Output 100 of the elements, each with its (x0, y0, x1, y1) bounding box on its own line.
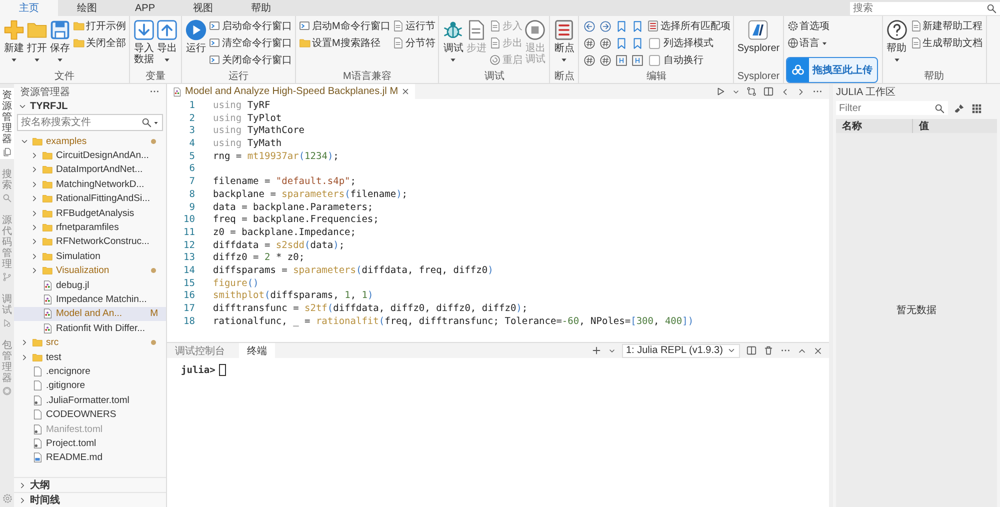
folder-icon (42, 193, 53, 204)
tree-item[interactable]: Model and An... M (14, 306, 166, 322)
ribbon-button[interactable]: 语言 (786, 35, 830, 51)
line-number: 2 (188, 112, 196, 126)
ribbon-button[interactable]: 新建帮助工程 (910, 18, 983, 34)
ribbon-button[interactable]: 调试 (442, 18, 464, 65)
toolbar-button[interactable] (582, 52, 598, 68)
tree-item[interactable]: README.md (14, 450, 166, 465)
ribbon-button[interactable]: 导出 (156, 18, 178, 65)
file-name: RationalFittingAndSi... (56, 193, 151, 204)
file-search-field[interactable]: 按名称搜索文件 (18, 115, 162, 130)
globe-icon (786, 37, 799, 49)
brush-icon[interactable] (954, 102, 965, 114)
ribbon-button[interactable]: 打开 (26, 18, 48, 65)
ribbon-button[interactable]: 启动M命令行窗口 (299, 18, 390, 34)
tree-item[interactable]: test (14, 350, 166, 364)
ribbon-button[interactable]: 生成帮助文档 (910, 35, 983, 51)
ribbon-button[interactable]: 打开示例 (73, 18, 126, 34)
filter-field[interactable]: Filter (836, 101, 948, 115)
line-number: 10 (182, 214, 196, 227)
ribbon-button[interactable]: Sysplorer (737, 18, 780, 55)
toolbar-button[interactable] (582, 35, 598, 51)
menu-tab[interactable]: 视图 (174, 0, 232, 16)
panel-tab[interactable]: 终端 (239, 343, 275, 358)
menu-tab[interactable]: 绘图 (58, 0, 116, 16)
tree-item[interactable]: MatchingNetworkD... (14, 177, 166, 192)
stop-icon (524, 19, 546, 41)
activity-tab[interactable]: 资源管理器 (0, 88, 14, 159)
tree-item[interactable]: CODEOWNERS (14, 407, 166, 422)
tree-item[interactable]: debug.jl (14, 278, 166, 292)
trash-icon[interactable] (763, 345, 774, 356)
toolbar-button[interactable] (598, 35, 614, 51)
ribbon-button[interactable]: 分节符 (392, 35, 436, 51)
ribbon-button[interactable]: 帮助 (886, 18, 908, 65)
ribbon-button[interactable]: 关闭命令行窗口 (209, 52, 292, 68)
tree-item[interactable]: RFBudgetAnalysis (14, 206, 166, 220)
line-number: 15 (182, 278, 196, 290)
close-icon[interactable] (401, 87, 410, 96)
column-header: 名称 (841, 120, 863, 133)
folder-header[interactable]: TYRFJL (14, 99, 166, 113)
document-icon (489, 20, 502, 32)
tree-item[interactable]: .gitignore (14, 378, 166, 394)
julia-file-icon (42, 308, 53, 320)
tree-item[interactable]: RationalFittingAndSi... (14, 192, 166, 206)
tree-item[interactable]: Project.toml (14, 436, 166, 451)
panel-tab[interactable]: 调试控制台 (167, 343, 233, 358)
tree-item[interactable]: Impedance Matchin... (14, 292, 166, 307)
ribbon-button[interactable]: 运行 (185, 18, 207, 55)
split-icon[interactable] (746, 345, 757, 356)
ribbon-button[interactable]: 设置M搜索路径 (299, 35, 390, 51)
line-number: 11 (182, 226, 196, 240)
tree-item[interactable]: src (14, 335, 166, 350)
tree-item[interactable]: Rationfit With Differ... (14, 321, 166, 336)
ribbon-button[interactable]: 首选项 (786, 18, 830, 34)
toolbar-button[interactable] (614, 52, 630, 68)
ribbon-button[interactable]: 启动命令行窗口 (209, 18, 292, 34)
ribbon-button[interactable]: 保存 (49, 18, 71, 65)
close-icon[interactable] (813, 346, 823, 356)
ribbon-button[interactable]: 清空命令行窗口 (209, 35, 292, 51)
section-header[interactable]: 时间线 (14, 492, 166, 507)
play-icon (185, 19, 207, 41)
menu-tab[interactable]: 主页 (0, 0, 58, 16)
ribbon-button[interactable]: 断点 (553, 18, 576, 65)
tree-item[interactable]: examples (14, 134, 166, 148)
section-header[interactable]: 大纲 (14, 477, 166, 492)
ribbon-button[interactable]: 选择所有匹配项 (647, 18, 730, 34)
ribbon-button[interactable]: 导入数据 (133, 18, 155, 66)
terminal-dropdown[interactable]: 1: Julia REPL (v1.9.3) (622, 344, 740, 358)
toolbar-button[interactable] (598, 18, 614, 34)
ribbon-button[interactable]: 运行节 (392, 18, 436, 34)
grid-icon[interactable] (971, 102, 982, 114)
tree-item[interactable]: rfnetparamfiles (14, 220, 166, 235)
upload-button[interactable]: 拖拽至此上传 (786, 57, 878, 83)
editor-tab[interactable]: Model and Analyze High-Speed Backplanes.jl M (167, 84, 416, 99)
search-field[interactable]: 搜索 (850, 2, 1000, 15)
checkbox[interactable] (649, 38, 660, 48)
tree-item[interactable]: DataImportAndNet... (14, 162, 166, 178)
ribbon-button[interactable]: 关闭全部 (73, 35, 126, 51)
file-name: examples (46, 136, 88, 147)
tree-item[interactable]: Simulation (14, 249, 166, 264)
toolbar-button[interactable] (630, 52, 646, 68)
file-name: Simulation (56, 250, 102, 262)
checkbox[interactable] (649, 54, 660, 66)
julia-file-icon (42, 280, 53, 291)
menu-tab[interactable]: 帮助 (232, 0, 290, 16)
terminal-icon (209, 37, 221, 49)
tree-item[interactable]: .JuliaFormatter.toml (14, 393, 166, 408)
split-icon[interactable] (763, 86, 774, 97)
toolbar-button[interactable] (582, 18, 598, 34)
tree-item[interactable]: RFNetworkConstruc... (14, 234, 166, 250)
tree-item[interactable]: CircuitDesignAndAn... (14, 148, 166, 163)
file-name: RFNetworkConstruc... (56, 236, 150, 248)
menu-tab[interactable]: APP (116, 0, 174, 16)
compare-icon[interactable] (746, 86, 757, 97)
ribbon-button[interactable]: 新建 (3, 18, 25, 65)
tree-item[interactable]: Visualization (14, 264, 166, 278)
toolbar-button[interactable] (598, 52, 614, 68)
tree-item[interactable]: .encignore (14, 364, 166, 379)
plus-icon[interactable] (591, 345, 602, 356)
play-icon[interactable] (715, 86, 726, 97)
